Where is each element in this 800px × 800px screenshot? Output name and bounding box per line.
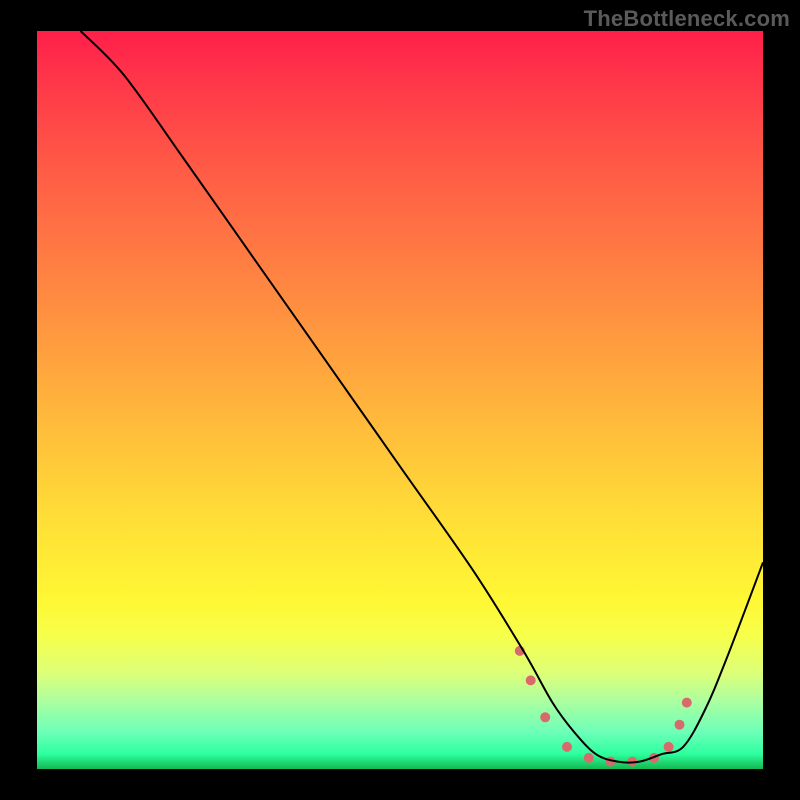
marker-point: [682, 698, 692, 708]
marker-point: [526, 675, 536, 685]
plot-area: [37, 31, 763, 769]
marker-point: [664, 742, 674, 752]
marker-point: [584, 753, 594, 763]
marker-group: [515, 646, 692, 767]
marker-point: [675, 720, 685, 730]
chart-frame: TheBottleneck.com: [0, 0, 800, 800]
marker-point: [562, 742, 572, 752]
marker-point: [540, 712, 550, 722]
watermark-text: TheBottleneck.com: [584, 6, 790, 32]
curve-line: [81, 31, 763, 763]
chart-svg: [37, 31, 763, 769]
